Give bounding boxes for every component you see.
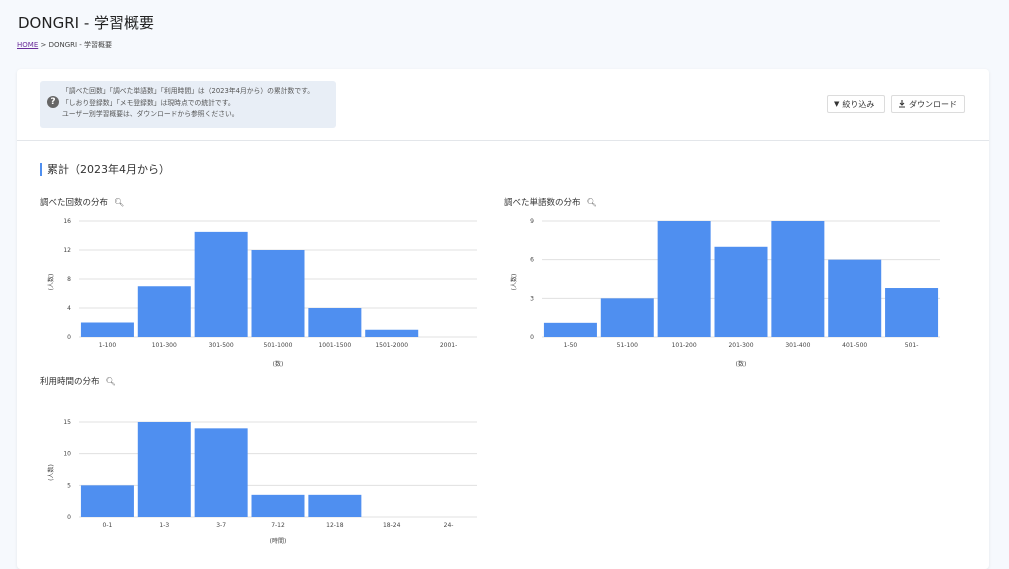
info-text: 「調べた回数」「調べた単語数」「利用時間」は（2023年4月から）の累計数です。…: [62, 86, 314, 121]
section-title: 累計（2023年4月から）: [40, 163, 170, 176]
chart-title-text: 利用時間の分布: [40, 377, 100, 387]
page-title: DONGRI - 学習概要: [18, 14, 154, 32]
info-line: 「調べた回数」「調べた単語数」「利用時間」は（2023年4月から）の累計数です。: [62, 87, 315, 95]
chart-title-text: 調べた単語数の分布: [504, 198, 581, 208]
info-box: ? 「調べた回数」「調べた単語数」「利用時間」は（2023年4月から）の累計数で…: [40, 81, 336, 128]
breadcrumb-current: DONGRI - 学習概要: [48, 41, 113, 49]
info-line: 「しおり登録数」「メモ登録数」は現時点での統計です。: [62, 98, 235, 107]
chart-title-words: 調べた単語数の分布 🔍︎: [504, 196, 597, 209]
help-circle-icon: ?: [47, 96, 59, 108]
filter-button[interactable]: ▼ 絞り込み: [827, 95, 885, 113]
chart-title-text: 調べた回数の分布: [40, 198, 109, 208]
download-icon: [899, 100, 905, 108]
breadcrumb: HOME > DONGRI - 学習概要: [17, 40, 112, 50]
filter-button-label: 絞り込み: [842, 99, 875, 109]
filter-triangle-icon: ▼: [834, 100, 840, 108]
breadcrumb-separator: >: [40, 41, 47, 49]
download-button[interactable]: ダウンロード: [891, 95, 965, 113]
zoom-icon[interactable]: 🔍︎: [114, 198, 124, 207]
chart-title-usage-time: 利用時間の分布 🔍︎: [40, 375, 116, 388]
zoom-icon[interactable]: 🔍︎: [106, 377, 116, 386]
divider: [17, 140, 989, 141]
info-line: ユーザー別学習概要は、ダウンロードから参照ください。: [62, 110, 239, 118]
zoom-icon[interactable]: 🔍︎: [587, 198, 597, 207]
chart-title-lookups: 調べた回数の分布 🔍︎: [40, 196, 124, 209]
breadcrumb-home-link[interactable]: HOME: [17, 41, 38, 49]
download-button-label: ダウンロード: [909, 99, 957, 109]
summary-card: ? 「調べた回数」「調べた単語数」「利用時間」は（2023年4月から）の累計数で…: [17, 69, 989, 569]
